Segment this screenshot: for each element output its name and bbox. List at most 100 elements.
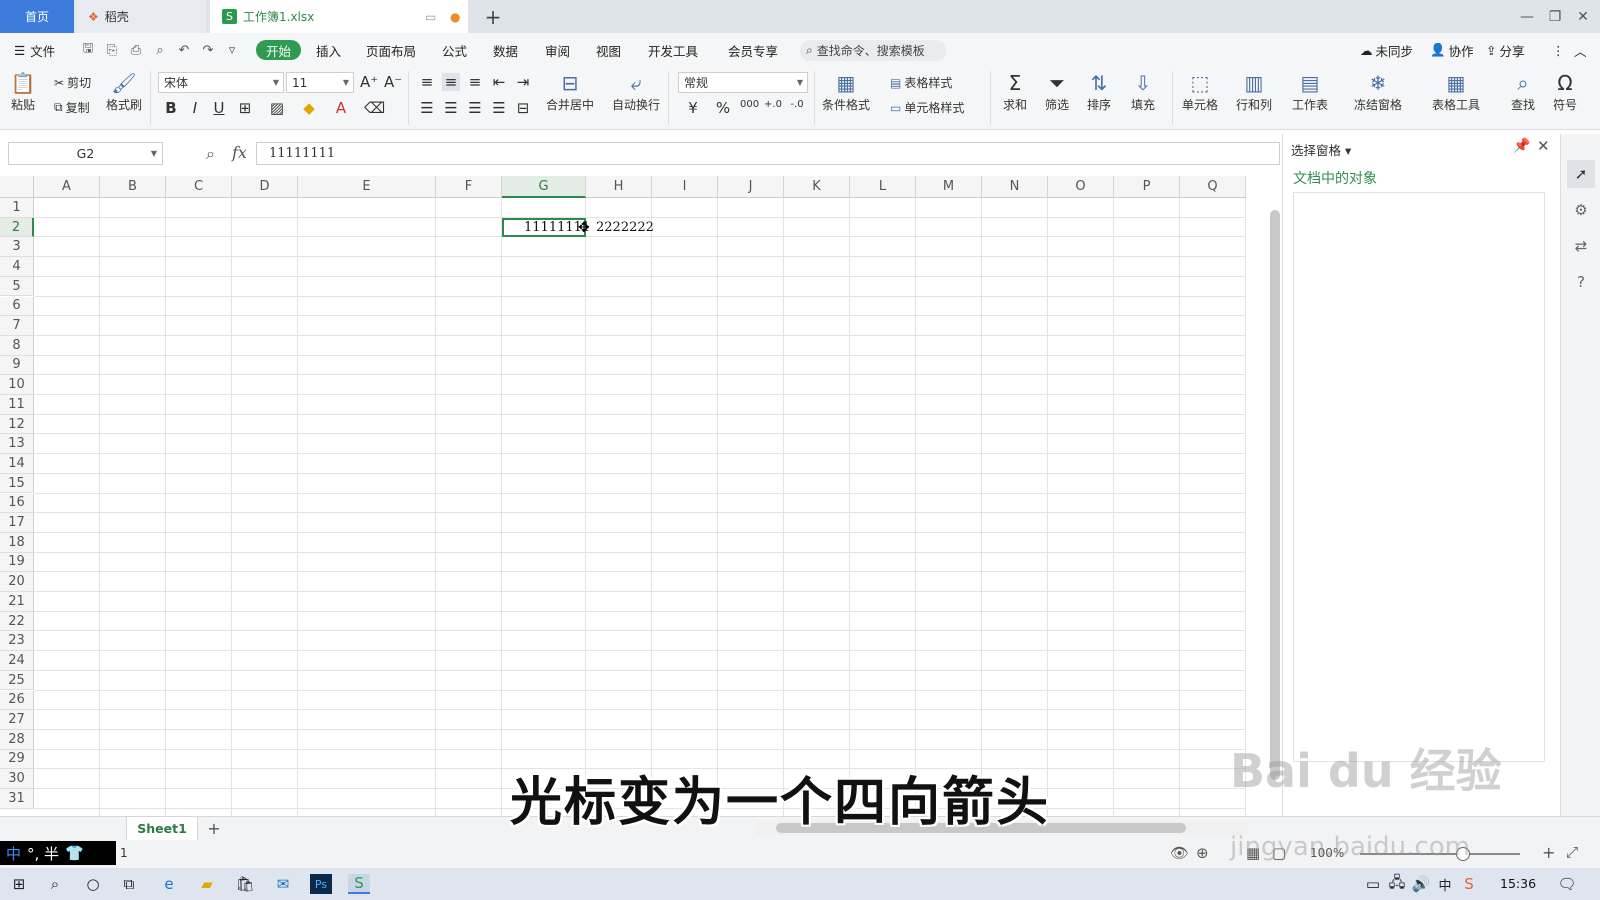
column-header-q[interactable]: Q — [1180, 176, 1246, 198]
font-name-select[interactable]: 宋体 ▼ — [158, 72, 284, 93]
row-header-30[interactable]: 30 — [0, 769, 34, 789]
menu-review[interactable]: 审阅 — [545, 40, 570, 60]
italic-icon[interactable]: I — [186, 99, 204, 117]
fx-icon[interactable]: fx — [232, 143, 247, 162]
row-header-7[interactable]: 7 — [0, 316, 34, 336]
paste-button[interactable]: 📋 粘贴 — [10, 70, 36, 113]
row-header-17[interactable]: 17 — [0, 513, 34, 533]
row-header-11[interactable]: 11 — [0, 395, 34, 415]
column-header-n[interactable]: N — [982, 176, 1048, 198]
pin-icon[interactable]: 📌 — [1513, 138, 1530, 154]
menu-data[interactable]: 数据 — [493, 40, 518, 60]
new-tab-button[interactable]: + — [480, 0, 506, 33]
row-col-button[interactable]: ▥ 行和列 — [1236, 70, 1272, 113]
row-header-26[interactable]: 26 — [0, 690, 34, 711]
selection-pane-title[interactable]: 选择窗格 ▾ — [1291, 140, 1351, 159]
export-icon[interactable]: ⎘ — [104, 42, 120, 58]
copy-button[interactable]: ⧉ 复制 — [54, 99, 90, 116]
thousands-icon[interactable]: 000 — [740, 99, 759, 110]
menu-insert[interactable]: 插入 — [316, 40, 341, 60]
menu-member[interactable]: 会员专享 — [728, 40, 778, 60]
row-header-24[interactable]: 24 — [0, 651, 34, 671]
column-header-l[interactable]: L — [850, 176, 916, 198]
row-header-6[interactable]: 6 — [0, 296, 34, 317]
column-header-i[interactable]: I — [652, 176, 718, 198]
underline-icon[interactable]: U — [210, 99, 228, 117]
command-search[interactable]: ⌕ 查找命令、搜索模板 — [800, 40, 946, 61]
column-header-h[interactable]: H — [586, 176, 652, 198]
align-right-icon[interactable]: ☰ — [466, 99, 484, 117]
fill-pattern-icon[interactable]: ▨ — [268, 99, 286, 117]
menu-view[interactable]: 视图 — [596, 40, 621, 60]
tab-home[interactable]: 首页 — [0, 0, 74, 33]
format-painter-button[interactable]: 🖌 格式刷 — [106, 70, 142, 113]
battery-icon[interactable]: ▭ — [1362, 874, 1384, 894]
fullscreen-icon[interactable]: ⤢ — [1566, 843, 1578, 861]
indent-decrease-icon[interactable]: ⇤ — [490, 73, 508, 91]
increase-font-icon[interactable]: A⁺ — [360, 73, 378, 91]
align-center-icon[interactable]: ☰ — [442, 99, 460, 117]
transfer-icon[interactable]: ⇄ — [1567, 232, 1595, 260]
align-left-icon[interactable]: ☰ — [418, 99, 436, 117]
menu-developer[interactable]: 开发工具 — [648, 40, 698, 60]
objects-list[interactable] — [1293, 192, 1545, 762]
find-button[interactable]: ⌕ 查找 — [1510, 70, 1536, 113]
column-header-f[interactable]: F — [436, 176, 502, 198]
clear-format-icon[interactable]: ⌫ — [364, 99, 385, 117]
column-header-j[interactable]: J — [718, 176, 784, 198]
decrease-font-icon[interactable]: A⁻ — [384, 73, 402, 91]
quick-access-more-icon[interactable]: ▿ — [224, 42, 240, 58]
row-header-2[interactable]: 2 — [0, 217, 34, 238]
wrap-text-button[interactable]: ⤶ 自动换行 — [612, 70, 660, 113]
redo-icon[interactable]: ↷ — [200, 42, 216, 58]
merge-center-button[interactable]: ⊟ 合并居中 — [546, 70, 594, 113]
wps-spreadsheet-icon[interactable]: S — [348, 874, 370, 894]
row-header-8[interactable]: 8 — [0, 335, 34, 356]
restore-icon[interactable]: ❐ — [1540, 0, 1570, 33]
cell-style-button[interactable]: ▭ 单元格样式 — [890, 99, 964, 116]
column-header-o[interactable]: O — [1048, 176, 1114, 198]
properties-icon[interactable]: ⚙ — [1567, 196, 1595, 224]
name-box[interactable]: G2 ▼ — [8, 142, 163, 165]
close-window-icon[interactable]: ✕ — [1568, 0, 1598, 33]
sheet-tab-sheet1[interactable]: Sheet1 — [126, 817, 198, 840]
monitor-icon[interactable]: ▭ — [425, 10, 436, 24]
freeze-panes-button[interactable]: ❄ 冻结窗格 — [1354, 70, 1402, 113]
conditional-format-button[interactable]: ▦ 条件格式 — [822, 70, 870, 113]
row-header-4[interactable]: 4 — [0, 257, 34, 277]
row-header-28[interactable]: 28 — [0, 729, 34, 750]
fill-color-icon[interactable]: ◆ — [300, 99, 318, 117]
eye-protect-icon[interactable]: 👁 — [1170, 844, 1189, 862]
column-header-b[interactable]: B — [100, 176, 166, 198]
row-header-15[interactable]: 15 — [0, 473, 34, 494]
row-header-25[interactable]: 25 — [0, 670, 34, 691]
task-view-icon[interactable]: ⧉ — [118, 874, 140, 894]
cell-button[interactable]: ⬚ 单元格 — [1182, 70, 1218, 113]
table-style-button[interactable]: ▤ 表格样式 — [890, 74, 952, 91]
search-icon[interactable]: ⌕ — [44, 874, 66, 894]
store-icon[interactable]: 🛍 — [234, 874, 256, 894]
row-header-21[interactable]: 21 — [0, 592, 34, 612]
close-icon[interactable]: ✕ — [1537, 137, 1550, 155]
indent-increase-icon[interactable]: ⇥ — [514, 73, 532, 91]
tab-workbook[interactable]: S 工作簿1.xlsx ▭ ● — [210, 0, 468, 33]
vertical-scrollbar-thumb[interactable] — [1270, 210, 1280, 780]
row-header-3[interactable]: 3 — [0, 237, 34, 258]
row-header-31[interactable]: 31 — [0, 789, 34, 809]
font-size-select[interactable]: 11 ▼ — [286, 72, 354, 93]
sort-button[interactable]: ⇅ 排序 — [1086, 70, 1112, 113]
add-sheet-button[interactable]: + — [204, 817, 224, 840]
row-header-22[interactable]: 22 — [0, 611, 34, 632]
menu-page-layout[interactable]: 页面布局 — [366, 40, 416, 60]
align-top-icon[interactable]: ≡ — [418, 73, 436, 91]
help-icon[interactable]: ? — [1567, 268, 1595, 296]
fill-button[interactable]: ⇩ 填充 — [1130, 70, 1156, 113]
menu-formula[interactable]: 公式 — [442, 40, 467, 60]
row-header-14[interactable]: 14 — [0, 454, 34, 474]
cut-button[interactable]: ✂ 剪切 — [54, 74, 91, 91]
select-all-corner[interactable] — [0, 176, 34, 198]
distribute-icon[interactable]: ⊟ — [514, 99, 532, 117]
language-icon[interactable]: ⊕ — [1196, 844, 1209, 862]
filter-button[interactable]: ⏷ 筛选 — [1044, 70, 1070, 113]
folder-icon[interactable]: ▰ — [196, 874, 218, 894]
